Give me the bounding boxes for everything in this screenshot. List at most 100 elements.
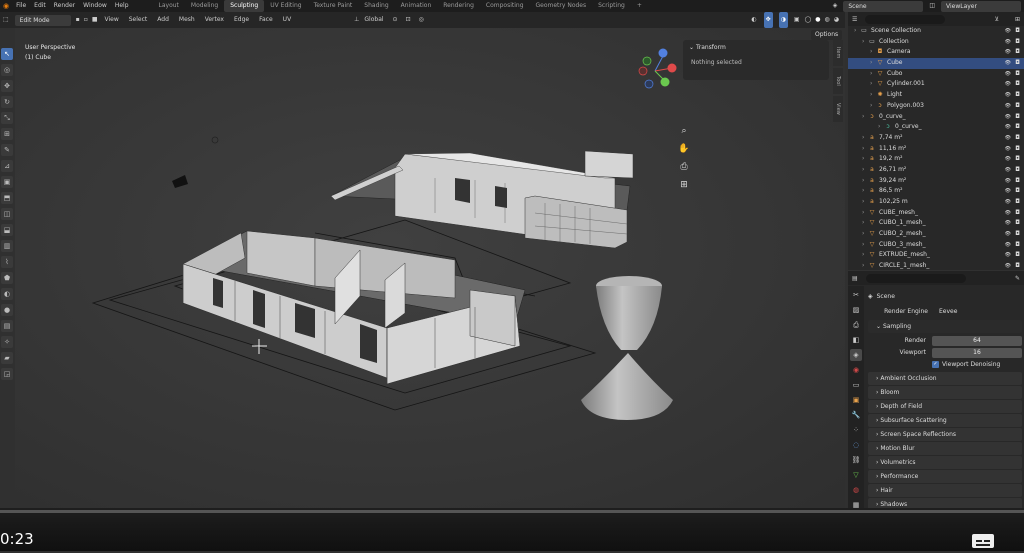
shading-rendered-icon[interactable]: ◕ — [834, 12, 839, 28]
menu-edge[interactable]: Edge — [229, 12, 254, 28]
world-tab-icon[interactable]: ◉ — [850, 364, 862, 376]
sampling-panel-header[interactable]: ⌄ Sampling — [868, 320, 1022, 333]
rotate-tool-icon[interactable]: ↻ — [1, 96, 13, 108]
outliner-row[interactable]: › a 39,24 m² 👁 ◘ — [848, 176, 1024, 187]
render-visibility-icon[interactable]: ◘ — [1015, 79, 1020, 90]
render-visibility-icon[interactable]: ◘ — [1015, 218, 1020, 229]
visibility-eye-icon[interactable]: 👁 — [1005, 144, 1011, 155]
shading-material-icon[interactable]: ◍ — [825, 12, 830, 28]
outliner-row[interactable]: › a 7,74 m² 👁 ◘ — [848, 133, 1024, 144]
select-mode-vertex-icon[interactable]: ▪ — [76, 12, 80, 28]
visibility-eye-icon[interactable]: 👁 — [1005, 250, 1011, 261]
move-tool-icon[interactable]: ✥ — [1, 80, 13, 92]
visibility-eye-icon[interactable]: 👁 — [1005, 79, 1011, 90]
menu-render[interactable]: Render — [50, 0, 79, 12]
constraints-tab-icon[interactable]: ⛓ — [850, 454, 862, 466]
view-layer-tab-icon[interactable]: ◧ — [850, 334, 862, 346]
tool-tab-icon[interactable]: ✂ — [850, 289, 862, 301]
xray-icon[interactable]: ▣ — [794, 12, 800, 28]
tab-tool[interactable]: Tool — [833, 68, 843, 94]
outliner-row[interactable]: › ✺ Light 👁 ◘ — [848, 90, 1024, 101]
outliner-row[interactable]: › ▽ Cubo 👁 ◘ — [848, 69, 1024, 80]
outliner-row[interactable]: › ▽ CUBO_3_mesh_ 👁 ◘ — [848, 240, 1024, 251]
render-visibility-icon[interactable]: ◘ — [1015, 165, 1020, 176]
camera-view-icon[interactable]: ⎙ — [678, 158, 690, 176]
extrude-tool-icon[interactable]: ⬒ — [1, 192, 13, 204]
proportional-edit-icon[interactable]: ◎ — [419, 12, 424, 28]
tab-layout[interactable]: Layout — [153, 0, 185, 12]
collection-tab-icon[interactable]: ▭ — [850, 379, 862, 391]
visibility-eye-icon[interactable]: 👁 — [1005, 154, 1011, 165]
new-collection-icon[interactable]: ⊞ — [1015, 16, 1020, 23]
tab-shading[interactable]: Shading — [358, 0, 394, 12]
outliner-row[interactable]: › a 86,5 m² 👁 ◘ — [848, 186, 1024, 197]
menu-file[interactable]: File — [12, 0, 30, 12]
measure-tool-icon[interactable]: ⊿ — [1, 160, 13, 172]
viewport-denoising-checkbox[interactable]: ✓ — [932, 361, 939, 368]
render-visibility-icon[interactable]: ◘ — [1015, 37, 1020, 48]
outliner-row[interactable]: › ↄ 0_curve_ 👁 ◘ — [848, 112, 1024, 123]
orientation-dropdown[interactable]: Global — [359, 12, 388, 28]
visibility-eye-icon[interactable]: 👁 — [1005, 197, 1011, 208]
zoom-icon[interactable]: ⌕ — [678, 122, 690, 140]
outliner-row[interactable]: › a 11,16 m² 👁 ◘ — [848, 144, 1024, 155]
render-visibility-icon[interactable]: ◘ — [1015, 250, 1020, 261]
visibility-eye-icon[interactable]: 👁 — [1005, 112, 1011, 123]
menu-mesh[interactable]: Mesh — [174, 12, 200, 28]
render-visibility-icon[interactable]: ◘ — [1015, 208, 1020, 219]
rip-tool-icon[interactable]: ◲ — [1, 368, 13, 380]
properties-panel-header[interactable]: › Hair — [868, 484, 1022, 497]
filter-icon[interactable]: ⊻ — [995, 16, 999, 23]
menu-window[interactable]: Window — [79, 0, 111, 12]
render-visibility-icon[interactable]: ◘ — [1015, 133, 1020, 144]
poly-build-tool-icon[interactable]: ⬟ — [1, 272, 13, 284]
visibility-eye-icon[interactable]: 👁 — [1005, 229, 1011, 240]
outliner-row[interactable]: › ▽ CUBE_mesh_ 👁 ◘ — [848, 208, 1024, 219]
outliner-row[interactable]: › a 19,2 m² 👁 ◘ — [848, 154, 1024, 165]
visibility-eye-icon[interactable]: 👁 — [1005, 186, 1011, 197]
outliner-row[interactable]: › ↄ Polygon.003 👁 ◘ — [848, 101, 1024, 112]
tab-scripting[interactable]: Scripting — [592, 0, 631, 12]
render-visibility-icon[interactable]: ◘ — [1015, 101, 1020, 112]
tab-uv-editing[interactable]: UV Editing — [264, 0, 307, 12]
menu-uv[interactable]: UV — [278, 12, 297, 28]
tab-animation[interactable]: Animation — [395, 0, 438, 12]
scale-tool-icon[interactable]: ⤡ — [1, 112, 13, 124]
outliner-row[interactable]: › ▭ Scene Collection 👁 ◘ — [848, 26, 1024, 37]
tab-modeling[interactable]: Modeling — [185, 0, 224, 12]
outliner-row[interactable]: › ▽ Cylinder.001 👁 ◘ — [848, 79, 1024, 90]
properties-panel-header[interactable]: › Volumetrics — [868, 456, 1022, 469]
knife-tool-icon[interactable]: ⌇ — [1, 256, 13, 268]
select-mode-edge-icon[interactable]: ▫ — [84, 12, 88, 28]
outliner-row[interactable]: › ▭ Collection 👁 ◘ — [848, 37, 1024, 48]
visibility-eye-icon[interactable]: 👁 — [1005, 208, 1011, 219]
add-workspace-button[interactable]: + — [631, 0, 648, 12]
particles-tab-icon[interactable]: ⁘ — [850, 424, 862, 436]
visibility-eye-icon[interactable]: 👁 — [1005, 122, 1011, 133]
view-layer-selector[interactable]: ViewLayer — [941, 0, 1021, 12]
select-box-tool-icon[interactable]: ↖ — [1, 48, 13, 60]
visibility-icon[interactable]: ◐ — [751, 12, 756, 28]
render-visibility-icon[interactable]: ◘ — [1015, 26, 1020, 37]
render-tab-icon[interactable]: ▨ — [850, 304, 862, 316]
tab-item[interactable]: Item — [833, 40, 843, 66]
pan-hand-icon[interactable]: ✋ — [678, 140, 690, 158]
pivot-icon[interactable]: ⊙ — [393, 12, 398, 28]
select-mode-face-icon[interactable]: ■ — [92, 12, 98, 28]
visibility-eye-icon[interactable]: 👁 — [1005, 37, 1011, 48]
video-progress-track[interactable] — [0, 510, 1024, 513]
menu-select[interactable]: Select — [124, 12, 153, 28]
inset-tool-icon[interactable]: ◫ — [1, 208, 13, 220]
output-tab-icon[interactable]: ⎙ — [850, 319, 862, 331]
collapse-arrow-icon[interactable]: ⌄ — [689, 44, 694, 51]
render-samples-field[interactable]: 64 — [932, 335, 1022, 346]
visibility-eye-icon[interactable]: 👁 — [1005, 240, 1011, 251]
visibility-eye-icon[interactable]: 👁 — [1005, 58, 1011, 69]
shear-tool-icon[interactable]: ▰ — [1, 352, 13, 364]
outliner-row[interactable]: › a 26,71 m² 👁 ◘ — [848, 165, 1024, 176]
tab-geometry-nodes[interactable]: Geometry Nodes — [530, 0, 593, 12]
scene-selector[interactable]: Scene — [843, 0, 924, 12]
subtitles-icon[interactable] — [972, 534, 994, 548]
properties-panel-header[interactable]: › Screen Space Reflections — [868, 428, 1022, 441]
scene-tab-icon[interactable]: ◈ — [850, 349, 862, 361]
